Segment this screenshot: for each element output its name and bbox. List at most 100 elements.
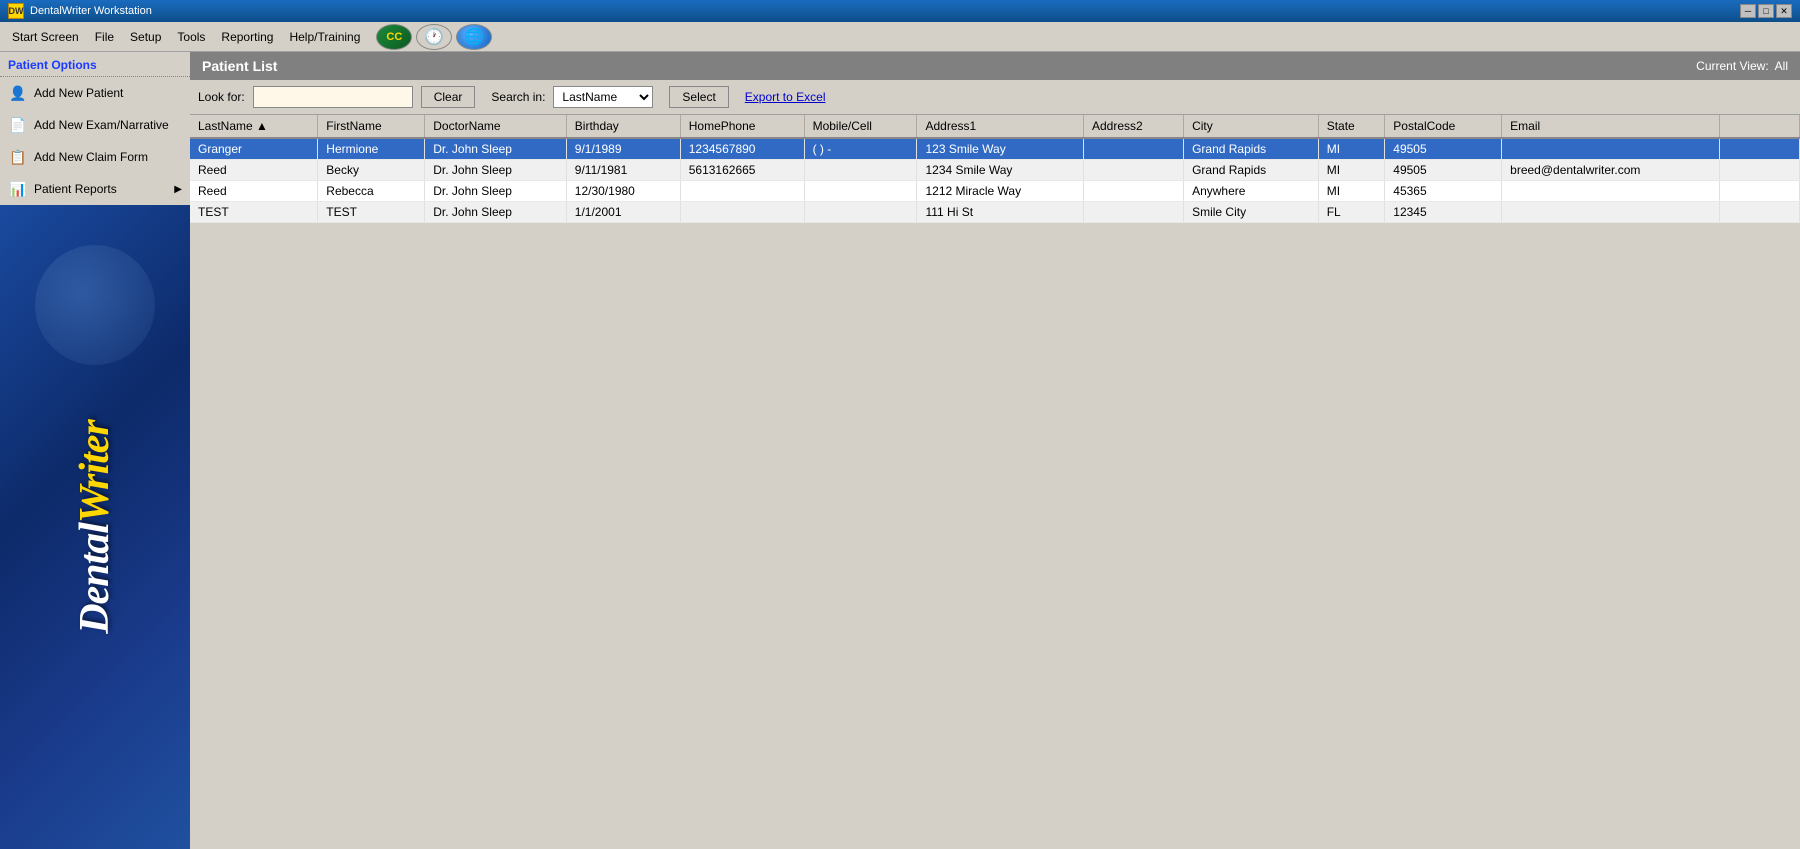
sidebar-item-add-new-claim[interactable]: 📋 Add New Claim Form: [0, 141, 190, 173]
table-cell: breed@dentalwriter.com: [1502, 160, 1720, 181]
table-cell: [1502, 181, 1720, 202]
table-row[interactable]: ReedRebeccaDr. John Sleep12/30/19801212 …: [190, 181, 1800, 202]
patient-list-title: Patient List: [202, 58, 277, 74]
col-last-name[interactable]: LastName ▲: [190, 115, 318, 138]
select-button[interactable]: Select: [669, 86, 728, 108]
table-cell: Dr. John Sleep: [425, 138, 567, 160]
table-cell: [1083, 202, 1183, 223]
table-cell: 49505: [1385, 138, 1502, 160]
table-cell: Dr. John Sleep: [425, 181, 567, 202]
table-cell: [1502, 202, 1720, 223]
table-header-row: LastName ▲ FirstName DoctorName Birthday…: [190, 115, 1800, 138]
patient-reports-expand-icon: ▶: [174, 184, 182, 195]
add-patient-icon: 👤: [8, 83, 28, 103]
table-cell: 1212 Miracle Way: [917, 181, 1083, 202]
logo-circle: [35, 245, 155, 365]
table-cell: [680, 202, 804, 223]
minimize-button[interactable]: ─: [1740, 4, 1756, 18]
logo-writer: Writer: [72, 420, 118, 523]
search-in-select[interactable]: LastName FirstName Birthday HomePhone: [553, 86, 653, 108]
table-cell: TEST: [190, 202, 318, 223]
cc-label: CC: [386, 31, 402, 43]
table-cell: [1083, 160, 1183, 181]
col-first-name[interactable]: FirstName: [318, 115, 425, 138]
menu-file[interactable]: File: [87, 26, 122, 48]
current-view-label: Current View:: [1696, 59, 1768, 73]
table-cell: 123 Smile Way: [917, 138, 1083, 160]
menu-setup[interactable]: Setup: [122, 26, 169, 48]
sidebar-item-add-new-exam[interactable]: 📄 Add New Exam/Narrative: [0, 109, 190, 141]
col-mobile-cell[interactable]: Mobile/Cell: [804, 115, 917, 138]
table-cell: Reed: [190, 160, 318, 181]
cc-icon-button[interactable]: CC: [376, 24, 412, 50]
table-cell: MI: [1318, 160, 1385, 181]
table-cell: 12345: [1385, 202, 1502, 223]
close-button[interactable]: ✕: [1776, 4, 1792, 18]
table-row[interactable]: TESTTESTDr. John Sleep1/1/2001111 Hi StS…: [190, 202, 1800, 223]
table-cell: [1720, 160, 1800, 181]
export-to-excel-link[interactable]: Export to Excel: [745, 90, 826, 104]
table-cell: [1502, 138, 1720, 160]
content-area: Patient List Current View: All Look for:…: [190, 52, 1800, 849]
col-address1[interactable]: Address1: [917, 115, 1083, 138]
table-cell: Rebecca: [318, 181, 425, 202]
table-cell: 45365: [1385, 181, 1502, 202]
patient-reports-label: Patient Reports: [34, 182, 117, 196]
menu-start-screen[interactable]: Start Screen: [4, 26, 87, 48]
table-cell: 111 Hi St: [917, 202, 1083, 223]
table-cell: Grand Rapids: [1184, 138, 1319, 160]
col-postal-code[interactable]: PostalCode: [1385, 115, 1502, 138]
table-cell: Dr. John Sleep: [425, 202, 567, 223]
col-birthday[interactable]: Birthday: [566, 115, 680, 138]
menu-help-training[interactable]: Help/Training: [281, 26, 368, 48]
patient-options-header: Patient Options: [0, 52, 190, 77]
table-cell: TEST: [318, 202, 425, 223]
look-for-input[interactable]: [253, 86, 413, 108]
table-body: GrangerHermioneDr. John Sleep9/1/1989123…: [190, 138, 1800, 223]
globe-icon: 🌐: [464, 27, 484, 47]
col-city[interactable]: City: [1184, 115, 1319, 138]
table-cell: MI: [1318, 138, 1385, 160]
col-email[interactable]: Email: [1502, 115, 1720, 138]
app-icon: DW: [8, 3, 24, 19]
col-state[interactable]: State: [1318, 115, 1385, 138]
toolbar-icons: CC 🕐 🌐: [376, 24, 492, 50]
logo-text: DentalWriter: [71, 420, 119, 634]
add-exam-icon: 📄: [8, 115, 28, 135]
table-cell: Smile City: [1184, 202, 1319, 223]
menu-reporting[interactable]: Reporting: [213, 26, 281, 48]
logo-dental: Dental: [72, 523, 118, 634]
window-controls: ─ □ ✕: [1740, 4, 1792, 18]
table-cell: Anywhere: [1184, 181, 1319, 202]
table-cell: 1234567890: [680, 138, 804, 160]
col-doctor-name[interactable]: DoctorName: [425, 115, 567, 138]
main-layout: Patient Options 👤 Add New Patient 📄 Add …: [0, 52, 1800, 849]
table-cell: 9/11/1981: [566, 160, 680, 181]
table-cell: [1720, 138, 1800, 160]
globe-icon-button[interactable]: 🌐: [456, 24, 492, 50]
add-claim-icon: 📋: [8, 147, 28, 167]
clear-button[interactable]: Clear: [421, 86, 476, 108]
menu-tools[interactable]: Tools: [169, 26, 213, 48]
current-view-container: Current View: All: [1696, 59, 1788, 73]
table-cell: 5613162665: [680, 160, 804, 181]
table-cell: Hermione: [318, 138, 425, 160]
patient-list-header: Patient List Current View: All: [190, 52, 1800, 80]
app-title: DentalWriter Workstation: [30, 5, 1740, 17]
title-bar: DW DentalWriter Workstation ─ □ ✕: [0, 0, 1800, 22]
sidebar-item-add-new-patient[interactable]: 👤 Add New Patient: [0, 77, 190, 109]
col-address2[interactable]: Address2: [1083, 115, 1183, 138]
col-home-phone[interactable]: HomePhone: [680, 115, 804, 138]
maximize-button[interactable]: □: [1758, 4, 1774, 18]
sidebar-item-patient-reports[interactable]: 📊 Patient Reports ▶: [0, 173, 190, 205]
patient-table-container[interactable]: LastName ▲ FirstName DoctorName Birthday…: [190, 115, 1800, 482]
table-cell: [680, 181, 804, 202]
table-row[interactable]: GrangerHermioneDr. John Sleep9/1/1989123…: [190, 138, 1800, 160]
table-cell: [804, 181, 917, 202]
table-cell: [1720, 181, 1800, 202]
lower-area: [190, 482, 1800, 849]
table-cell: 1234 Smile Way: [917, 160, 1083, 181]
table-row[interactable]: ReedBeckyDr. John Sleep9/11/198156131626…: [190, 160, 1800, 181]
clock-icon-button[interactable]: 🕐: [416, 24, 452, 50]
table-cell: 1/1/2001: [566, 202, 680, 223]
